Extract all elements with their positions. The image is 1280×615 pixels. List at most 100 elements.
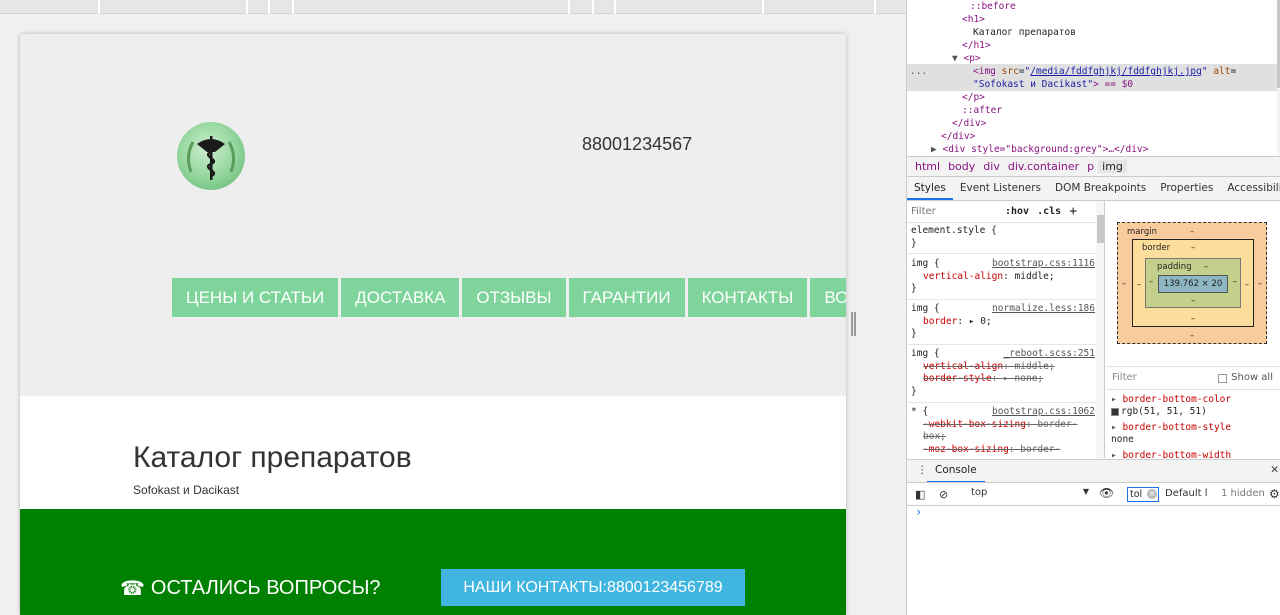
rule-selector: element.style { — [911, 225, 997, 236]
node-actions-ellipsis[interactable]: ... — [910, 66, 927, 77]
dom-p-open[interactable]: ▼ <p> — [952, 52, 981, 65]
sidebar-toggle-icon[interactable]: ◧ — [915, 488, 925, 501]
catalog-title: Каталог препаратов — [133, 441, 412, 474]
menu-item-reviews[interactable]: ОТЗЫВЫ — [462, 278, 566, 317]
rule-img-bootstrap[interactable]: img { bootstrap.css:1116 vertical-align:… — [911, 258, 1095, 296]
questions-label: ОСТАЛИСЬ ВОПРОСЫ? — [150, 577, 381, 599]
box-model-diagram: margin – – – – border – – – – padding – … — [1117, 222, 1267, 344]
dom-p-close[interactable]: </p> — [962, 91, 985, 104]
rule-img-reboot[interactable]: img { _reboot.scss:251 vertical-align: m… — [911, 348, 1095, 398]
dom-div-close[interactable]: </div> — [952, 117, 986, 130]
rule-declaration-overridden[interactable]: -webkit-box-sizing: border-box; — [911, 419, 1095, 444]
collapse-triangle-icon[interactable]: ▶ — [931, 144, 937, 155]
tab-event-listeners[interactable]: Event Listeners — [953, 177, 1048, 200]
styles-scrollbar-thumb[interactable] — [1097, 215, 1104, 243]
computed-value: rgb(51, 51, 51) — [1111, 406, 1207, 418]
tab-properties[interactable]: Properties — [1153, 177, 1220, 200]
rule-close: } — [911, 283, 917, 294]
box-model-padding: padding – – – – 139.762 × 20 — [1145, 258, 1241, 308]
box-model-border: border – – – – padding – – – – 139.762 ×… — [1132, 239, 1254, 327]
console-filter-input[interactable]: tol × — [1127, 487, 1159, 502]
breadcrumb-body[interactable]: body — [944, 160, 979, 173]
rule-declaration[interactable]: vertical-align: middle; — [911, 271, 1095, 284]
rule-close: } — [911, 385, 917, 397]
dom-img-line1[interactable]: <img src="/media/fddfghjkj/fddfghjkj.jpg… — [973, 65, 1236, 78]
expand-triangle-icon[interactable]: ▼ — [952, 53, 958, 64]
questions-heading: ☎ ОСТАЛИСЬ ВОПРОСЫ? — [120, 576, 381, 601]
dom-before[interactable]: ::before — [970, 0, 1016, 13]
hov-toggle[interactable]: :hov — [1005, 206, 1029, 217]
dom-h1-open[interactable]: <h1> — [962, 13, 985, 26]
breadcrumb-div[interactable]: div — [979, 160, 1004, 173]
rule-source-link[interactable]: normalize.less:186 — [992, 303, 1095, 316]
box-model-border-label: border — [1142, 243, 1171, 253]
styles-filter-input[interactable] — [911, 203, 997, 220]
dom-div-grey[interactable]: ▶ <div style="background:grey">…</div> — [931, 143, 1148, 156]
devtools-panel: ... ::before <h1> Каталог препаратов </h… — [906, 0, 1280, 615]
box-model-margin-label: margin — [1127, 227, 1157, 237]
rule-source-link[interactable]: bootstrap.css:1116 — [992, 258, 1095, 271]
pharmacy-logo[interactable] — [177, 122, 245, 190]
rule-element-style[interactable]: element.style { } — [911, 225, 1095, 250]
rule-source-link[interactable]: bootstrap.css:1062 — [992, 406, 1095, 419]
console-toolbar: ◧ ⊘ top ▼ 👁 tol × Default l 1 hidden ⚙ — [907, 482, 1280, 506]
rule-close: } — [911, 328, 917, 339]
gear-icon[interactable]: ⚙ — [1269, 487, 1280, 501]
close-icon[interactable]: ✕ — [1270, 464, 1279, 476]
rule-declaration-overridden[interactable]: vertical-align: middle; — [911, 361, 1095, 374]
rule-img-normalize[interactable]: img { normalize.less:186 border: ▸ 0; } — [911, 303, 1095, 341]
breadcrumb-p[interactable]: p — [1083, 160, 1098, 173]
dom-img-line2[interactable]: "Sofokast и Dacikast"> == $0 — [973, 78, 1133, 91]
dom-img-src-link[interactable]: /media/fddfghjkj/fddfghjkj.jpg — [1030, 66, 1202, 77]
menu-item-contacts[interactable]: КОНТАКТЫ — [687, 278, 808, 317]
eye-icon[interactable]: 👁 — [1099, 486, 1114, 500]
computed-prop[interactable]: ▸ border-bottom-style — [1111, 422, 1231, 434]
contacts-button[interactable]: НАШИ КОНТАКТЫ:8800123456789 — [441, 569, 745, 606]
hidden-count: 1 hidden — [1221, 488, 1265, 499]
rule-declaration-overridden[interactable]: border-style: ▸ none; — [911, 373, 1095, 386]
computed-prop[interactable]: ▸ border-bottom-width — [1111, 450, 1231, 458]
styles-pane: :hov .cls + element.style { } img { boot… — [907, 201, 1105, 458]
clear-filter-icon[interactable]: × — [1147, 489, 1157, 499]
dom-src-attr: src — [1001, 66, 1019, 77]
rule-universal[interactable]: * { bootstrap.css:1062 -webkit-box-sizin… — [911, 406, 1095, 456]
rule-close: } — [911, 237, 917, 249]
rule-declaration-overridden[interactable]: -moz-box-sizing: border- — [911, 444, 1095, 457]
tab-dom-breakpoints[interactable]: DOM Breakpoints — [1048, 177, 1153, 200]
log-levels-dropdown[interactable]: Default l — [1165, 488, 1208, 499]
dom-alt-attr: alt — [1213, 66, 1231, 77]
dom-h1-text[interactable]: Каталог препаратов — [973, 26, 1076, 39]
viewport-resize-handle[interactable] — [851, 312, 856, 336]
new-rule-plus-icon[interactable]: + — [1069, 204, 1077, 219]
phone-icon: ☎ — [120, 578, 145, 600]
box-model-content-size[interactable]: 139.762 × 20 — [1158, 275, 1228, 293]
cls-toggle[interactable]: .cls — [1037, 206, 1061, 217]
breadcrumb-html[interactable]: html — [911, 160, 944, 173]
show-all-checkbox[interactable]: Show all — [1218, 367, 1273, 389]
context-selector[interactable]: top ▼ — [971, 487, 1089, 502]
menu-item-delivery[interactable]: ДОСТАВКА — [341, 278, 460, 317]
rule-declaration[interactable]: border: ▸ 0; — [911, 316, 1095, 329]
menu-item-guarantees[interactable]: ГАРАНТИИ — [568, 278, 685, 317]
color-swatch[interactable] — [1111, 407, 1119, 416]
tab-console[interactable]: Console — [927, 460, 985, 483]
dom-h1-close[interactable]: </h1> — [962, 39, 991, 52]
breadcrumb-div-container[interactable]: div.container — [1004, 160, 1083, 173]
clear-console-icon[interactable]: ⊘ — [939, 488, 948, 501]
dom-p-tag: <p> — [963, 53, 981, 64]
computed-prop[interactable]: ▸ border-bottom-color — [1111, 394, 1231, 406]
drawer-menu-icon[interactable]: ⋮ — [917, 464, 928, 476]
menu-item-prices[interactable]: ЦЕНЫ И СТАТЬИ — [172, 278, 339, 317]
rule-source-link[interactable]: _reboot.scss:251 — [1003, 348, 1095, 361]
tab-accessibility[interactable]: Accessibility — [1220, 177, 1280, 200]
breadcrumb-img[interactable]: img — [1098, 160, 1127, 173]
computed-filter-input[interactable]: Filter Show all — [1106, 366, 1280, 390]
menu-item-questions[interactable]: ВО — [810, 278, 846, 317]
contacts-button-phone: 8800123456789 — [606, 579, 723, 596]
dom-after[interactable]: ::after — [962, 104, 1002, 117]
dom-div-close-2[interactable]: </div> — [941, 130, 975, 143]
chevron-down-icon: ▼ — [1082, 487, 1089, 496]
tab-styles[interactable]: Styles — [907, 177, 953, 200]
console-prompt[interactable]: › — [915, 505, 922, 519]
device-toolbar-ruler — [0, 0, 906, 14]
